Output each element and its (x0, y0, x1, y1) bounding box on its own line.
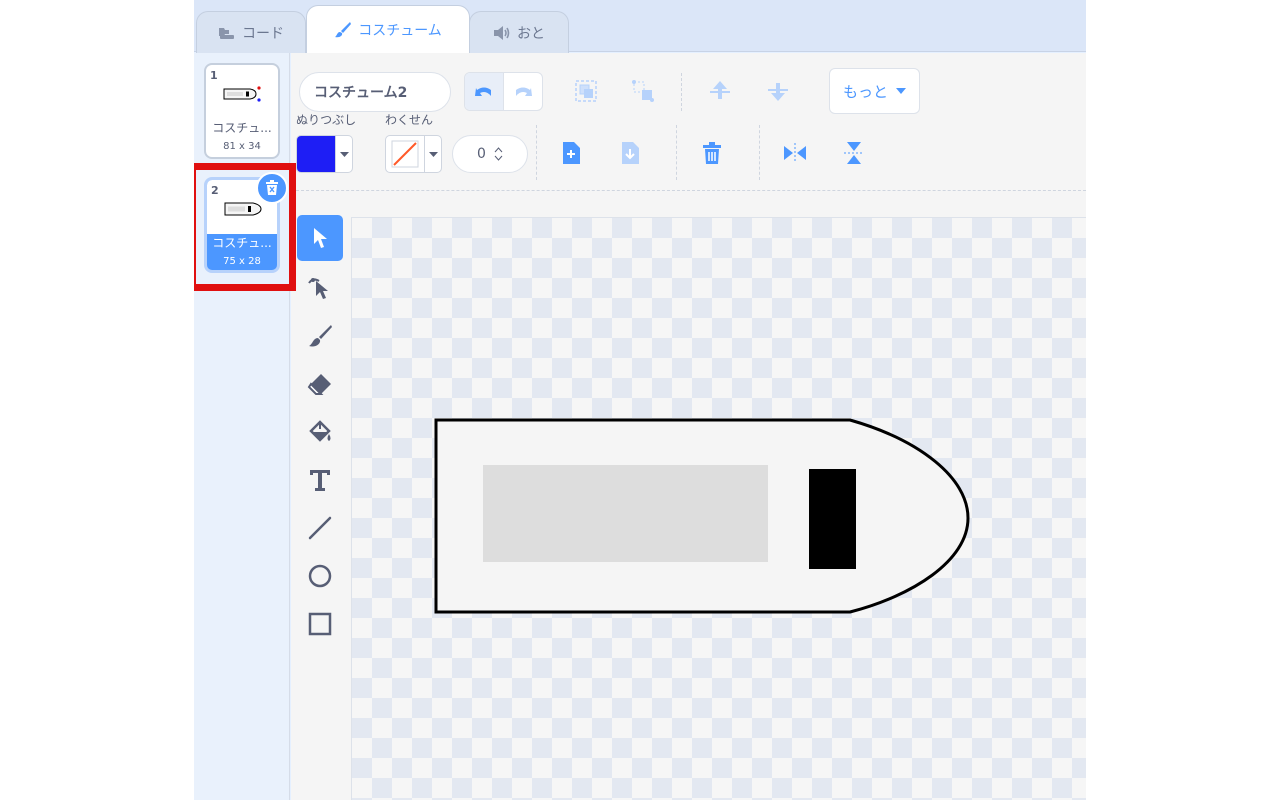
tab-sound-label: おと (517, 25, 545, 42)
tab-code-label: コード (242, 25, 284, 42)
flip-horizontal-button[interactable] (777, 135, 813, 171)
delete-icon (703, 142, 721, 164)
group-icon (575, 80, 597, 102)
caret-down-icon (428, 151, 438, 157)
paste-button[interactable] (613, 135, 649, 171)
stroke-width-stepper[interactable]: 0 (452, 135, 528, 173)
rectangle-icon (308, 612, 332, 636)
costume-name: コスチュ... (212, 236, 272, 250)
costume-list: 1 コスチュ... 81 x 34 2 コスチュ... 75 x 28 (194, 53, 296, 800)
paint-editor-app: コード コスチューム おと 1 コスチュ... 81 x 34 2 コスチュ..… (194, 0, 1086, 800)
boat-black-block-shape[interactable] (809, 469, 856, 569)
tab-bar: コード コスチューム おと (194, 0, 1086, 53)
tab-code[interactable]: コード (196, 11, 306, 53)
stroke-width-value: 0 (477, 146, 486, 162)
text-tool[interactable] (297, 457, 343, 503)
select-tool[interactable] (297, 215, 343, 261)
redo-button[interactable] (504, 73, 543, 110)
forward-icon (710, 81, 730, 99)
flip-vertical-icon (844, 142, 864, 164)
costume-size: 81 x 34 (223, 141, 261, 152)
reshape-icon (308, 278, 328, 299)
circle-icon (308, 564, 332, 588)
costume-size: 75 x 28 (223, 256, 261, 267)
fill-color-swatch (297, 136, 335, 172)
fill-tool[interactable] (297, 409, 343, 455)
flip-horizontal-icon (784, 143, 806, 163)
outline-label: わくせん (385, 113, 434, 127)
flip-vertical-button[interactable] (836, 135, 872, 171)
costume-number: 1 (210, 69, 218, 82)
line-tool[interactable] (297, 505, 343, 551)
undo-redo-group (464, 72, 543, 111)
costume-thumbnail (224, 202, 262, 216)
delete-button[interactable] (694, 135, 730, 171)
costume-thumbnail (223, 86, 261, 102)
text-icon (310, 470, 330, 491)
fill-label: ぬりつぶし (296, 113, 357, 127)
eraser-icon (307, 374, 331, 395)
backward-button[interactable] (760, 73, 796, 109)
costume-name: コスチュ... (212, 121, 272, 135)
speaker-icon (494, 25, 510, 40)
copy-icon (563, 142, 580, 164)
undo-button[interactable] (465, 73, 504, 110)
more-label: もっと (842, 82, 888, 101)
brush-icon (309, 325, 332, 347)
fill-icon (309, 420, 331, 442)
undo-icon (474, 87, 491, 96)
paste-icon (622, 142, 639, 164)
trash-icon (266, 180, 278, 195)
copy-button[interactable] (554, 135, 590, 171)
backward-icon (768, 83, 788, 101)
group-button[interactable] (568, 73, 604, 109)
eraser-tool[interactable] (297, 361, 343, 407)
tab-sound[interactable]: おと (469, 11, 569, 53)
ungroup-icon (632, 80, 654, 102)
circle-tool[interactable] (297, 553, 343, 599)
rectangle-tool[interactable] (297, 601, 343, 647)
caret-down-icon (896, 88, 906, 94)
select-icon (314, 228, 327, 248)
no-outline-icon (391, 140, 419, 168)
more-button[interactable]: もっと (829, 68, 920, 114)
paint-editor: もっと ぬりつぶし わくせん 0 (291, 53, 1086, 800)
caret-down-icon (339, 151, 349, 157)
tab-costume-label: コスチューム (358, 22, 442, 39)
costume-number: 2 (211, 184, 219, 197)
drawing-canvas[interactable] (351, 217, 1086, 800)
brush-icon (335, 21, 352, 37)
code-blocks-icon (219, 27, 234, 39)
costume-name-input[interactable] (299, 72, 451, 112)
tab-costume[interactable]: コスチューム (306, 5, 470, 53)
brush-tool[interactable] (297, 313, 343, 359)
reshape-tool[interactable] (297, 265, 343, 311)
ungroup-button[interactable] (625, 73, 661, 109)
line-icon (308, 516, 332, 540)
fill-color-picker[interactable] (296, 135, 353, 173)
costume-item-1[interactable]: 1 コスチュ... 81 x 34 (204, 63, 280, 159)
stepper-arrows-icon[interactable] (494, 147, 503, 161)
outline-color-picker[interactable] (385, 135, 442, 173)
forward-button[interactable] (702, 73, 738, 109)
costume-delete-button[interactable] (256, 172, 288, 204)
costume-drawing (434, 418, 970, 614)
boat-window-shape[interactable] (483, 465, 768, 562)
redo-icon (515, 87, 532, 96)
